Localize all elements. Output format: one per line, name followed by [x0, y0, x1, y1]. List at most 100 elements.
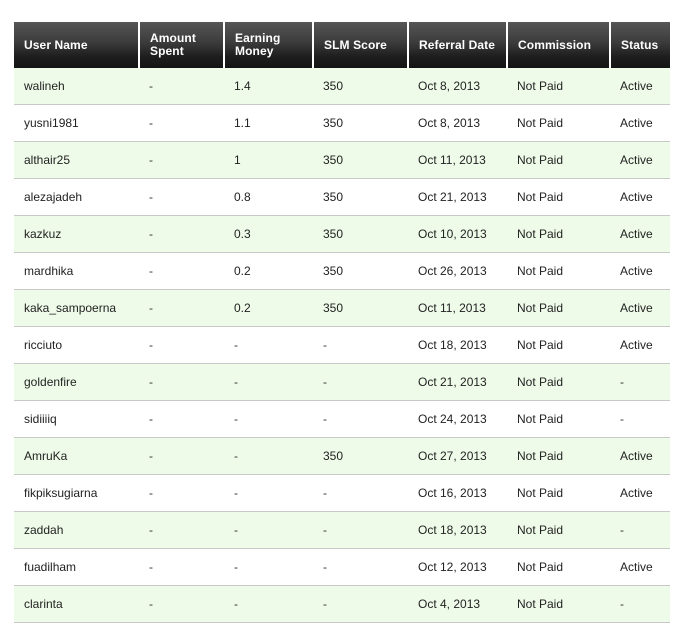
column-header-slm_score[interactable]: SLM Score	[313, 22, 409, 68]
cell-value: 0.8	[234, 190, 251, 204]
cell-value: -	[323, 338, 327, 352]
cell-user_name: kaka_sampoerna	[14, 289, 139, 327]
cell-value: althair25	[24, 153, 71, 167]
column-header-label: Commission	[518, 37, 592, 52]
table-row[interactable]: kazkuz - 0.3 350 Oct 10, 2013 Not Paid Active	[14, 215, 670, 253]
table-row[interactable]: AmruKa - - 350 Oct 27, 2013 Not Paid Active	[14, 437, 670, 475]
referral-table: User Name Amount Spent Earning Money SLM Scor…	[14, 22, 670, 623]
cell-earning_money: -	[224, 474, 313, 512]
cell-referral_date: Oct 12, 2013	[408, 548, 507, 586]
cell-value: ricciuto	[24, 338, 63, 352]
cell-referral_date: Oct 4, 2013	[408, 585, 507, 623]
cell-status: -	[610, 511, 670, 549]
cell-slm_score: -	[313, 548, 408, 586]
cell-slm_score: 350	[313, 215, 408, 253]
cell-slm_score: 350	[313, 68, 408, 105]
cell-slm_score: 350	[313, 289, 408, 327]
cell-value: -	[234, 375, 238, 389]
cell-value: 350	[323, 449, 344, 463]
cell-referral_date: Oct 27, 2013	[408, 437, 507, 475]
table-row[interactable]: fikpiksugiarna - - - Oct 16, 2013 Not Paid Act…	[14, 474, 670, 512]
cell-value: -	[149, 227, 153, 241]
cell-value: -	[620, 412, 624, 426]
cell-slm_score: 350	[313, 141, 408, 179]
cell-amount_spent: -	[139, 326, 224, 364]
cell-value: -	[149, 338, 153, 352]
cell-value: walineh	[24, 79, 65, 93]
cell-value: -	[149, 560, 153, 574]
cell-value: 0.2	[234, 264, 251, 278]
cell-earning_money: -	[224, 326, 313, 364]
cell-value: Active	[620, 153, 653, 167]
table-row[interactable]: clarinta - - - Oct 4, 2013 Not Paid -	[14, 585, 670, 623]
cell-earning_money: 1.4	[224, 68, 313, 105]
cell-referral_date: Oct 10, 2013	[408, 215, 507, 253]
cell-value: Oct 10, 2013	[418, 227, 487, 241]
cell-value: -	[323, 375, 327, 389]
cell-value: 350	[323, 79, 344, 93]
cell-value: -	[234, 560, 238, 574]
cell-value: -	[149, 449, 153, 463]
cell-value: 350	[323, 227, 344, 241]
cell-earning_money: -	[224, 585, 313, 623]
cell-value: Oct 16, 2013	[418, 486, 487, 500]
column-header-commission[interactable]: Commission	[507, 22, 611, 68]
column-header-label: Money	[235, 44, 274, 58]
cell-amount_spent: -	[139, 252, 224, 290]
column-header-status[interactable]: Status	[610, 22, 670, 68]
cell-status: Active	[610, 141, 670, 179]
cell-value: -	[149, 153, 153, 167]
cell-value: Not Paid	[517, 560, 564, 574]
cell-referral_date: Oct 24, 2013	[408, 400, 507, 438]
table-row[interactable]: kaka_sampoerna - 0.2 350 Oct 11, 2013 Not Pai…	[14, 289, 670, 327]
cell-commission: Not Paid	[507, 548, 610, 586]
cell-value: Not Paid	[517, 227, 564, 241]
cell-value: 350	[323, 153, 344, 167]
table-row[interactable]: fuadilham - - - Oct 12, 2013 Not Paid Active	[14, 548, 670, 586]
cell-value: -	[620, 375, 624, 389]
cell-user_name: AmruKa	[14, 437, 139, 475]
table-row[interactable]: mardhika - 0.2 350 Oct 26, 2013 Not Paid Activ…	[14, 252, 670, 290]
cell-commission: Not Paid	[507, 68, 610, 105]
column-header-earning_money[interactable]: Earning Money	[224, 22, 314, 68]
cell-value: -	[234, 449, 238, 463]
table-row[interactable]: alezajadeh - 0.8 350 Oct 21, 2013 Not Paid Act…	[14, 178, 670, 216]
cell-value: 350	[323, 190, 344, 204]
column-header-label: Status	[621, 37, 659, 52]
cell-referral_date: Oct 26, 2013	[408, 252, 507, 290]
table-row[interactable]: zaddah - - - Oct 18, 2013 Not Paid -	[14, 511, 670, 549]
cell-amount_spent: -	[139, 585, 224, 623]
cell-value: fikpiksugiarna	[24, 486, 98, 500]
cell-value: -	[149, 597, 153, 611]
column-header-amount_spent[interactable]: Amount Spent	[139, 22, 225, 68]
table-row[interactable]: ricciuto - - - Oct 18, 2013 Not Paid Active	[14, 326, 670, 364]
cell-status: Active	[610, 289, 670, 327]
cell-amount_spent: -	[139, 400, 224, 438]
cell-slm_score: -	[313, 585, 408, 623]
cell-value: Oct 18, 2013	[418, 523, 487, 537]
table-row[interactable]: goldenfire - - - Oct 21, 2013 Not Paid -	[14, 363, 670, 401]
column-header-user_name[interactable]: User Name	[14, 22, 140, 68]
table-row[interactable]: walineh - 1.4 350 Oct 8, 2013 Not Paid Active	[14, 68, 670, 105]
cell-value: -	[234, 597, 238, 611]
cell-value: Active	[620, 486, 653, 500]
cell-value: goldenfire	[24, 375, 77, 389]
table-row[interactable]: althair25 - 1 350 Oct 11, 2013 Not Paid Active	[14, 141, 670, 179]
cell-value: Not Paid	[517, 449, 564, 463]
column-header-referral_date[interactable]: Referral Date	[408, 22, 508, 68]
cell-status: Active	[610, 437, 670, 475]
column-header-label: User Name	[24, 37, 88, 52]
cell-commission: Not Paid	[507, 511, 610, 549]
cell-user_name: goldenfire	[14, 363, 139, 401]
column-header-label: Referral Date	[419, 37, 496, 52]
cell-amount_spent: -	[139, 474, 224, 512]
cell-value: kazkuz	[24, 227, 62, 241]
cell-referral_date: Oct 16, 2013	[408, 474, 507, 512]
table-row[interactable]: yusni1981 - 1.1 350 Oct 8, 2013 Not Paid Activ…	[14, 104, 670, 142]
cell-value: yusni1981	[24, 116, 79, 130]
cell-earning_money: -	[224, 437, 313, 475]
table-row[interactable]: sidiiiiq - - - Oct 24, 2013 Not Paid -	[14, 400, 670, 438]
cell-earning_money: -	[224, 363, 313, 401]
cell-value: Oct 11, 2013	[418, 153, 486, 167]
cell-value: -	[323, 597, 327, 611]
